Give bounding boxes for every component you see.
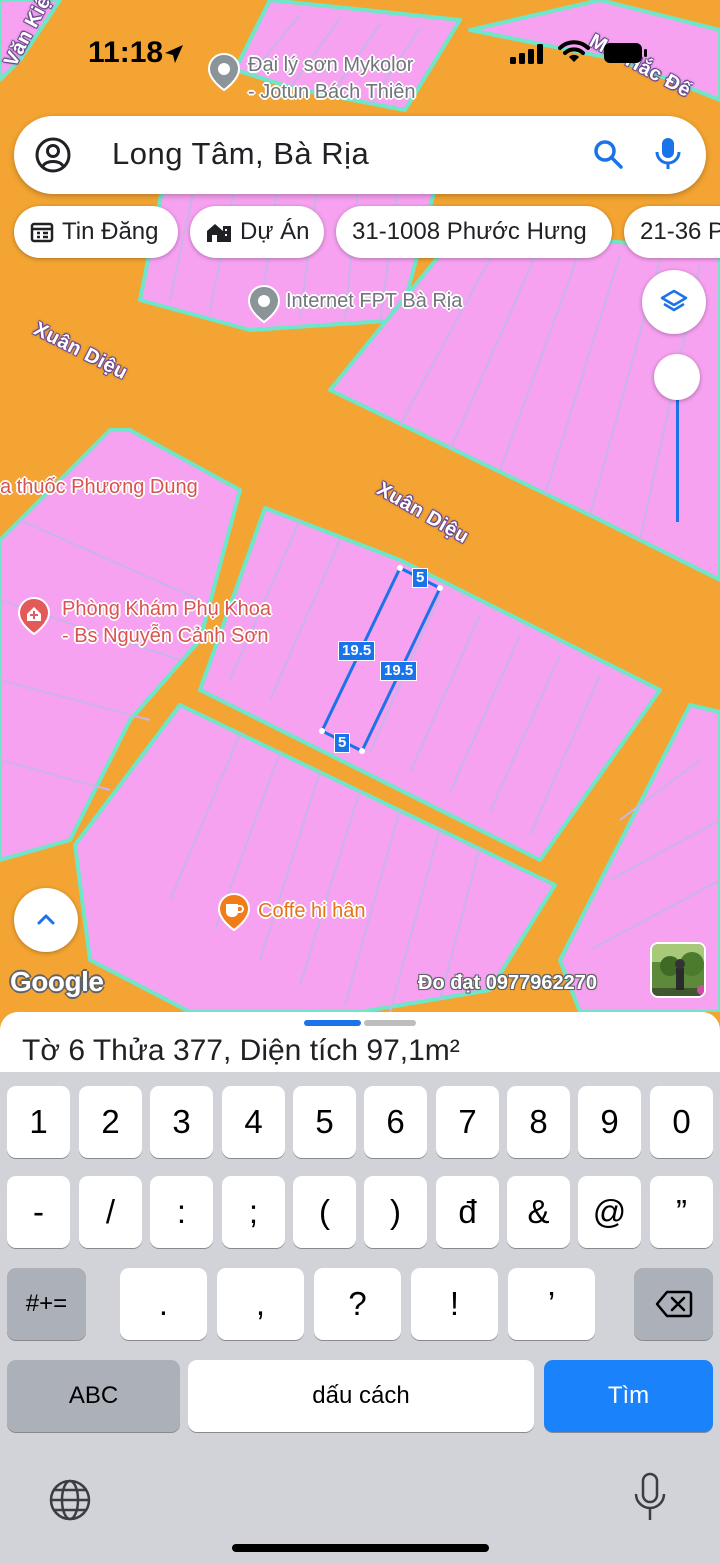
key-2[interactable]: 2 [79, 1086, 142, 1158]
poi-name: Đại lý sơn Mykolor [248, 54, 414, 76]
mic-icon[interactable] [654, 136, 682, 172]
parcel-info-label: , Diện tích [223, 1034, 367, 1067]
globe-icon[interactable] [48, 1478, 92, 1522]
filter-chips: Tin Đăng Dự Án 31-1008 Phước Hưng 21-36 … [0, 206, 720, 260]
key-apostrophe[interactable]: ’ [508, 1268, 595, 1340]
key-0[interactable]: 0 [650, 1086, 713, 1158]
backspace-icon [655, 1290, 692, 1318]
poi-name: Internet FPT Bà Rịa [286, 290, 463, 312]
chevron-up-icon [37, 914, 55, 925]
poi-name: a thuốc Phương Dung [0, 476, 198, 498]
parcel-number: 377 [172, 1034, 223, 1067]
key-exclamation[interactable]: ! [411, 1268, 498, 1340]
street-view-photo-icon [652, 944, 704, 996]
key-question[interactable]: ? [314, 1268, 401, 1340]
sheet-handle-active[interactable] [304, 1020, 361, 1026]
key-4[interactable]: 4 [222, 1086, 285, 1158]
key-8[interactable]: 8 [507, 1086, 570, 1158]
search-bar[interactable]: Long Tâm, Bà Rịa [14, 116, 706, 194]
expand-sheet-button[interactable] [14, 888, 78, 952]
key-dong[interactable]: đ [436, 1176, 499, 1248]
key-7[interactable]: 7 [436, 1086, 499, 1158]
place-pin-icon [247, 284, 281, 324]
keyboard: 1 2 3 4 5 6 7 8 9 0 - / : ; ( ) đ & @ ” … [0, 1072, 720, 1564]
dimension-label-top: 5 [412, 568, 429, 588]
parcel-info-text: Tờ 6 Thửa 377, Diện tích 97,1m² [22, 1034, 460, 1068]
cafe-pin-icon [217, 892, 251, 932]
key-ampersand[interactable]: & [507, 1176, 570, 1248]
search-icon[interactable] [592, 138, 624, 170]
building-icon [207, 224, 231, 242]
chip-label: Tin Đăng [62, 218, 159, 245]
chip-phuoc-hung[interactable]: 31-1008 Phước Hưng [336, 206, 612, 258]
key-comma[interactable]: , [217, 1268, 304, 1340]
layers-button[interactable] [642, 270, 706, 334]
poi-name: - Bs Nguyễn Cảnh Sơn [62, 625, 269, 647]
key-9[interactable]: 9 [578, 1086, 641, 1158]
parcel-area: 97,1m² [366, 1034, 460, 1067]
key-hyphen[interactable]: - [7, 1176, 70, 1248]
poi-name: - Jotun Bách Thiên [248, 81, 416, 103]
sheet-handle[interactable] [364, 1020, 416, 1026]
poi-internet-fpt[interactable]: Internet FPT Bà Rịa [244, 284, 462, 324]
calendar-list-icon [30, 222, 54, 243]
google-logo: Google [10, 966, 104, 997]
key-more-symbols[interactable]: #+= [7, 1268, 86, 1340]
key-colon[interactable]: : [150, 1176, 213, 1248]
chip-next[interactable]: 21-36 P [624, 206, 720, 258]
search-input[interactable]: Long Tâm, Bà Rịa [112, 136, 369, 172]
key-space[interactable]: dấu cách [188, 1360, 534, 1432]
poi-paint-shop[interactable]: Đại lý sơn Mykolor - Jotun Bách Thiên [204, 52, 416, 106]
poi-name: Phòng Khám Phụ Khoa [62, 598, 272, 620]
key-semicolon[interactable]: ; [222, 1176, 285, 1248]
poi-name: Coffe hi hân [258, 900, 366, 922]
dictation-mic-icon[interactable] [632, 1472, 668, 1524]
chip-label: 21-36 P [640, 218, 720, 245]
poi-clinic[interactable]: Phòng Khám Phụ Khoa - Bs Nguyễn Cảnh Sơn [14, 596, 271, 650]
dimension-label-right: 19.5 [380, 661, 418, 681]
chip-tin-dang[interactable]: Tin Đăng [14, 206, 178, 258]
opacity-slider-handle[interactable] [654, 354, 700, 400]
key-quote[interactable]: ” [650, 1176, 713, 1248]
key-slash[interactable]: / [79, 1176, 142, 1248]
chip-label: 31-1008 Phước Hưng [352, 218, 587, 245]
key-5[interactable]: 5 [293, 1086, 356, 1158]
street-view-thumbnail[interactable] [650, 942, 706, 998]
dimension-label-bottom: 5 [334, 733, 351, 753]
clinic-pin-icon [17, 596, 51, 636]
key-at[interactable]: @ [578, 1176, 641, 1248]
dimension-label-left: 19.5 [338, 641, 376, 661]
chip-du-an[interactable]: Dự Án [190, 206, 324, 258]
poi-cafe[interactable]: Coffe hi hân [214, 892, 366, 932]
parcel-info-sheet[interactable]: Tờ 6 Thửa 377, Diện tích 97,1m² [0, 1012, 720, 1072]
key-6[interactable]: 6 [364, 1086, 427, 1158]
account-circle-icon[interactable] [34, 136, 72, 174]
parcel-info-label: Tờ [22, 1034, 69, 1067]
parcel-info-label: Thửa [85, 1034, 173, 1067]
key-close-paren[interactable]: ) [364, 1176, 427, 1248]
key-period[interactable]: . [120, 1268, 207, 1340]
chip-label: Dự Án [240, 218, 310, 245]
key-open-paren[interactable]: ( [293, 1176, 356, 1248]
key-3[interactable]: 3 [150, 1086, 213, 1158]
opacity-slider-track[interactable] [676, 398, 679, 522]
key-delete[interactable] [634, 1268, 713, 1340]
place-pin-icon [207, 52, 241, 92]
map-credit-text: Đo đạt 0977962270 [418, 972, 598, 994]
home-indicator[interactable] [232, 1544, 489, 1552]
key-1[interactable]: 1 [7, 1086, 70, 1158]
layers-icon [660, 289, 688, 312]
poi-pharmacy[interactable]: a thuốc Phương Dung [0, 474, 198, 501]
sheet-number: 6 [68, 1034, 86, 1067]
key-search[interactable]: Tìm [544, 1360, 713, 1432]
key-abc[interactable]: ABC [7, 1360, 180, 1432]
